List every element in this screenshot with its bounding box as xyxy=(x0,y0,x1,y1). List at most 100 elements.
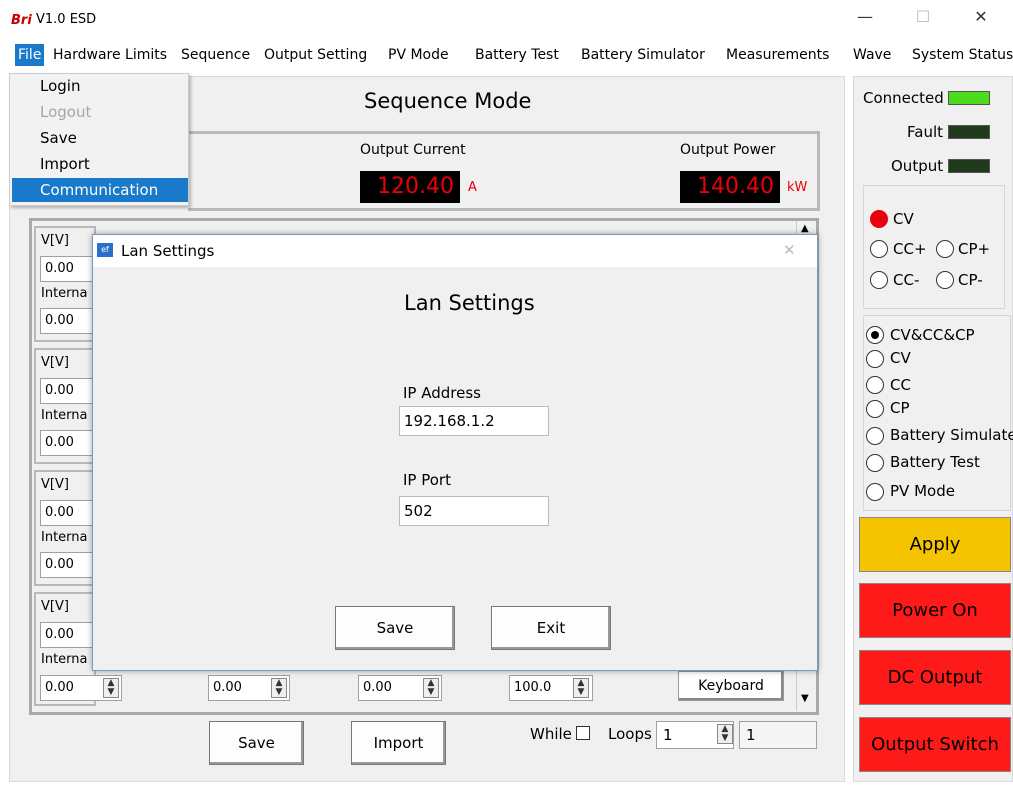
file-dropdown: Login Logout Save Import Communication xyxy=(9,73,189,206)
output-current-readout: 120.40 xyxy=(360,171,460,203)
sequence-save-button[interactable]: Save xyxy=(209,721,304,765)
voltage-input[interactable]: 0.00 xyxy=(40,256,94,282)
spinner-icon[interactable]: ▲ ▼ xyxy=(423,678,439,698)
radio-mode-cp[interactable] xyxy=(866,400,884,418)
menu-measurements[interactable]: Measurements xyxy=(723,44,832,66)
voltage-label: V[V] xyxy=(41,599,69,614)
close-button[interactable]: ✕ xyxy=(958,6,1004,28)
menu-battery-simulator[interactable]: Battery Simulator xyxy=(578,44,708,66)
voltage-label: V[V] xyxy=(41,355,69,370)
radio-battery-test[interactable] xyxy=(866,454,884,472)
file-menu-login[interactable]: Login xyxy=(12,74,188,98)
loops-counter: 1 xyxy=(739,721,817,749)
radio-cv[interactable] xyxy=(870,210,888,228)
while-label: While xyxy=(530,725,572,743)
minimize-button[interactable]: — xyxy=(842,6,888,28)
app-logo: Bri xyxy=(11,13,32,28)
connected-led-icon xyxy=(948,91,990,105)
keyboard-button[interactable]: Keyboard xyxy=(678,671,784,701)
sequence-import-button[interactable]: Import xyxy=(351,721,446,765)
radio-mode-cv[interactable] xyxy=(866,350,884,368)
while-checkbox[interactable] xyxy=(576,726,590,740)
menu-wave[interactable]: Wave xyxy=(850,44,894,66)
interval-label: Interna xyxy=(41,286,88,301)
apply-button[interactable]: Apply xyxy=(859,517,1011,572)
menu-pv-mode[interactable]: PV Mode xyxy=(385,44,452,66)
dialog-window-title: Lan Settings xyxy=(121,242,215,260)
output-power-label: Output Power xyxy=(680,142,776,158)
interval-label: Interna xyxy=(41,652,88,667)
ip-address-input[interactable]: 192.168.1.2 xyxy=(399,406,549,436)
interval-input[interactable]: 0.00 xyxy=(40,430,94,456)
dialog-title-bar: ef Lan Settings ✕ xyxy=(93,235,817,267)
lan-settings-dialog: ef Lan Settings ✕ Lan Settings IP Addres… xyxy=(92,234,818,671)
menu-hardware-limits[interactable]: Hardware Limits xyxy=(50,44,170,66)
maximize-button[interactable]: ☐ xyxy=(900,6,946,28)
voltage-label: V[V] xyxy=(41,477,69,492)
output-switch-button[interactable]: Output Switch xyxy=(859,717,1011,772)
voltage-input[interactable]: 0.00 xyxy=(40,378,94,404)
radio-battery-simulate[interactable] xyxy=(866,427,884,445)
spinner-icon[interactable]: ▲ ▼ xyxy=(103,678,119,698)
radio-mode-cp-label: CP xyxy=(890,399,910,417)
connected-label: Connected xyxy=(863,89,944,107)
page-title: Sequence Mode xyxy=(364,89,532,113)
radio-cp-minus[interactable] xyxy=(936,271,954,289)
menu-output-setting[interactable]: Output Setting xyxy=(261,44,370,66)
radio-cp-minus-label: CP- xyxy=(958,271,983,289)
interval-input[interactable]: 0.00 xyxy=(40,552,94,578)
radio-cc-minus[interactable] xyxy=(870,271,888,289)
dc-output-button[interactable]: DC Output xyxy=(859,650,1011,705)
spinner-icon[interactable]: ▲ ▼ xyxy=(717,724,733,744)
sequence-step-3: V[V] 0.00 Interna 0.00 xyxy=(34,470,96,586)
dialog-save-button[interactable]: Save xyxy=(335,606,455,650)
ip-port-input[interactable]: 502 xyxy=(399,496,549,526)
radio-cv-cc-cp-label: CV&CC&CP xyxy=(890,326,975,344)
app-icon: ef xyxy=(97,243,113,257)
radio-cv-label: CV xyxy=(893,210,914,228)
voltage-input[interactable]: 0.00 xyxy=(40,622,94,648)
radio-mode-cc-label: CC xyxy=(890,376,911,394)
sequence-step-2: V[V] 0.00 Interna 0.00 xyxy=(34,348,96,464)
power-on-button[interactable]: Power On xyxy=(859,583,1011,638)
spinner-icon[interactable]: ▲ ▼ xyxy=(573,678,589,698)
menu-system-status[interactable]: System Status xyxy=(909,44,1013,66)
dialog-exit-button[interactable]: Exit xyxy=(491,606,611,650)
radio-cv-cc-cp[interactable] xyxy=(866,326,884,344)
loops-label: Loops xyxy=(608,725,652,743)
scroll-down-icon[interactable]: ▼ xyxy=(801,693,809,704)
radio-cp-plus-label: CP+ xyxy=(958,240,991,258)
output-readouts: Output Current 120.40 A Output Power 140… xyxy=(188,131,820,211)
menu-battery-test[interactable]: Battery Test xyxy=(472,44,562,66)
file-menu-communication[interactable]: Communication xyxy=(12,178,188,202)
radio-mode-cv-label: CV xyxy=(890,349,911,367)
spinner-icon[interactable]: ▲ ▼ xyxy=(271,678,287,698)
radio-mode-cc[interactable] xyxy=(866,376,884,394)
output-power-unit: kW xyxy=(787,180,808,195)
menu-file[interactable]: File xyxy=(15,44,45,66)
radio-battery-test-label: Battery Test xyxy=(890,453,980,471)
file-menu-logout[interactable]: Logout xyxy=(12,100,188,124)
dialog-heading: Lan Settings xyxy=(404,291,535,315)
fault-label: Fault xyxy=(907,123,943,141)
output-label: Output xyxy=(891,157,944,175)
voltage-input[interactable]: 0.00 xyxy=(40,500,94,526)
radio-cp-plus[interactable] xyxy=(936,240,954,258)
file-menu-save[interactable]: Save xyxy=(12,126,188,150)
radio-cc-plus-label: CC+ xyxy=(893,240,927,258)
dialog-close-icon[interactable]: ✕ xyxy=(783,241,796,259)
radio-cc-plus[interactable] xyxy=(870,240,888,258)
radio-pv-mode-label: PV Mode xyxy=(890,482,955,500)
file-menu-import[interactable]: Import xyxy=(12,152,188,176)
output-current-label: Output Current xyxy=(360,142,466,158)
menu-sequence[interactable]: Sequence xyxy=(178,44,253,66)
window-title: V1.0 ESD xyxy=(36,12,97,27)
interval-label: Interna xyxy=(41,530,88,545)
scroll-up-icon[interactable]: ▲ xyxy=(801,223,809,234)
menu-bar: File Hardware Limits Sequence Output Set… xyxy=(9,44,1013,66)
radio-pv-mode[interactable] xyxy=(866,483,884,501)
output-led-icon xyxy=(948,159,990,173)
ip-port-label: IP Port xyxy=(403,471,451,489)
interval-input[interactable]: 0.00 xyxy=(40,308,94,334)
radio-battery-simulate-label: Battery Simulate xyxy=(890,426,1013,444)
